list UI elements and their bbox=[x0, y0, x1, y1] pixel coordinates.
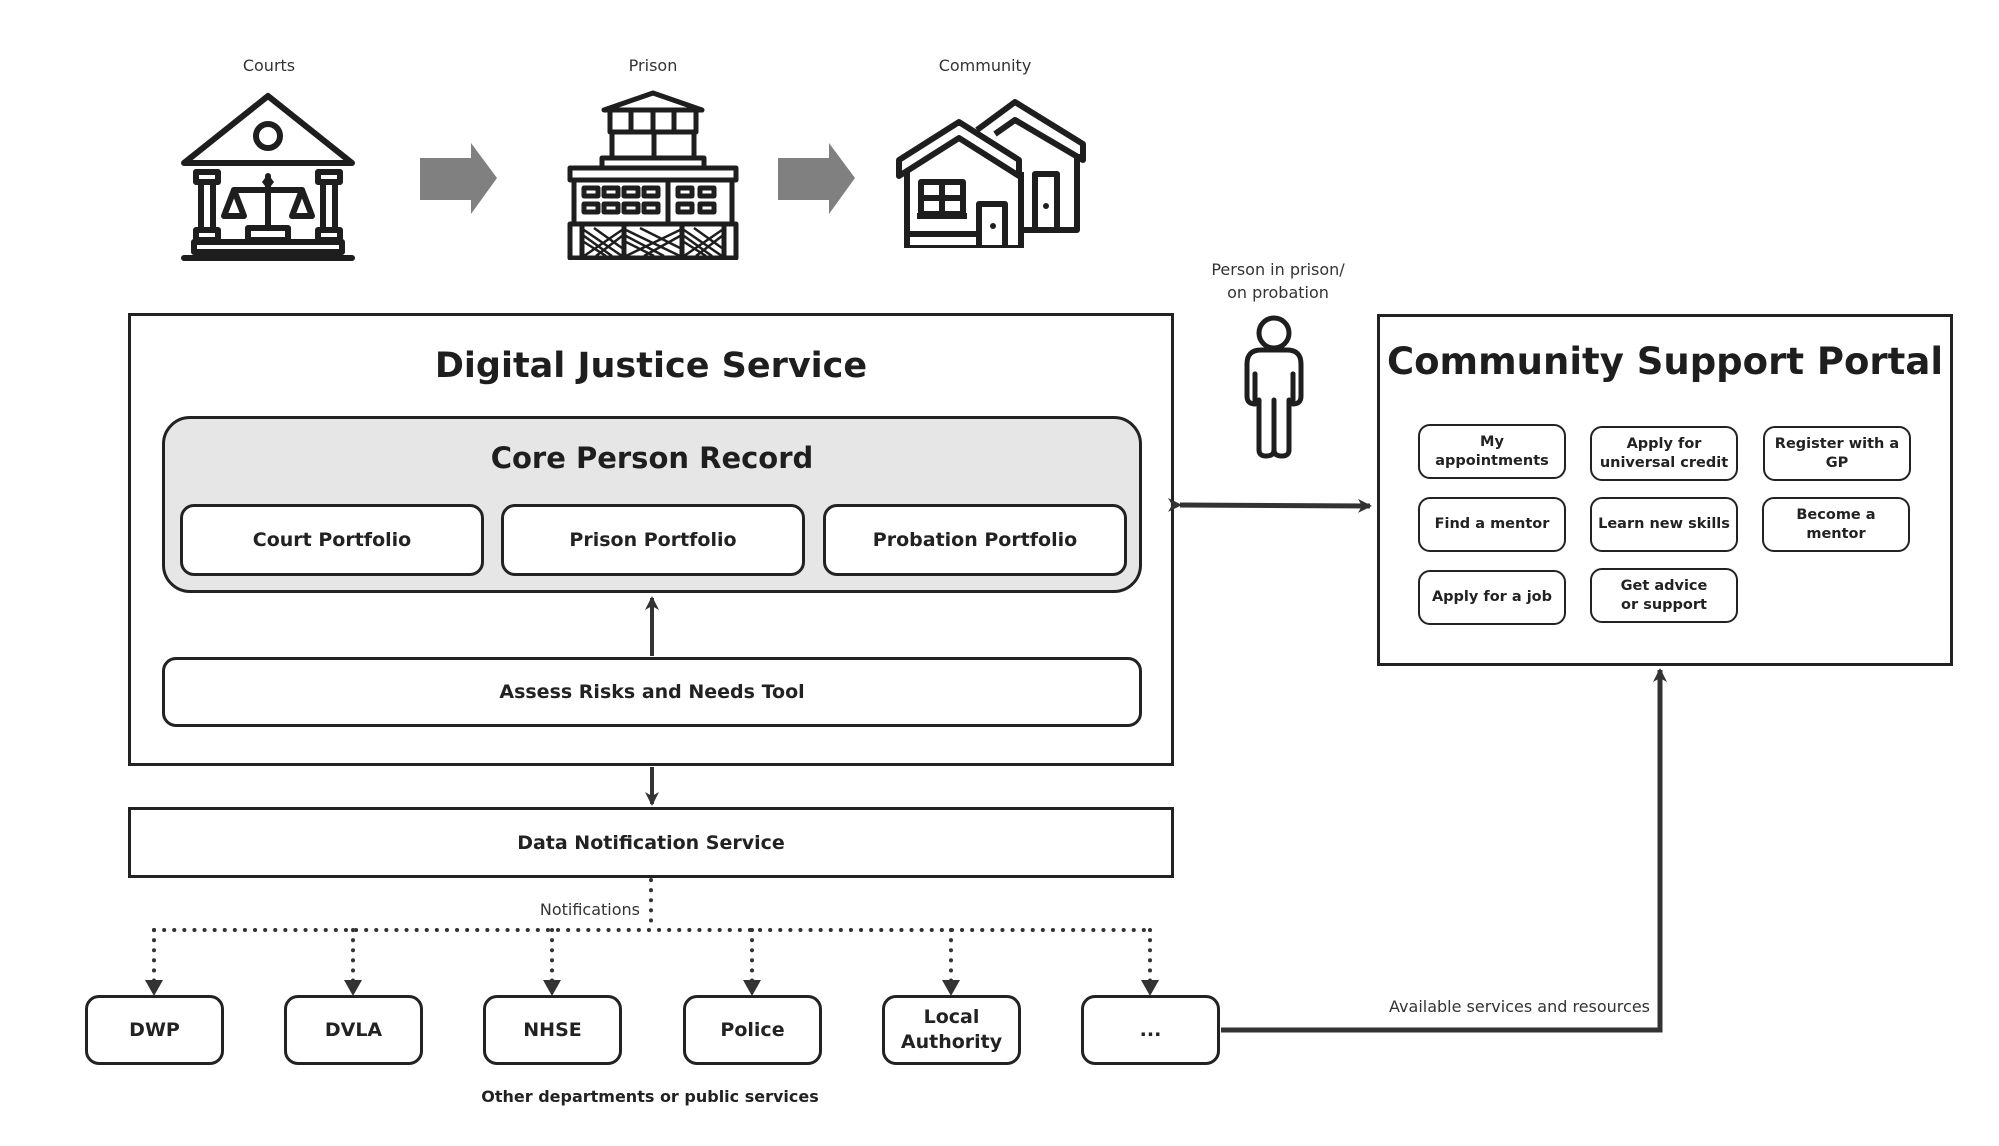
houses-icon bbox=[896, 99, 1086, 248]
probation-portfolio[interactable]: Probation Portfolio bbox=[823, 504, 1127, 576]
arrow-departments-to-csp bbox=[1221, 668, 1667, 1033]
dept-dwp[interactable]: DWP bbox=[85, 995, 224, 1065]
prison-portfolio[interactable]: Prison Portfolio bbox=[501, 504, 805, 576]
notification-lines bbox=[152, 878, 1154, 984]
departments-caption: Other departments or public services bbox=[481, 1087, 819, 1106]
person-label-line2: on probation bbox=[1227, 283, 1329, 302]
csp-apply-universal-credit[interactable]: Apply for universal credit bbox=[1590, 426, 1738, 481]
csp-become-mentor[interactable]: Become a mentor bbox=[1762, 497, 1910, 552]
stage-arrow-icon bbox=[778, 143, 855, 214]
csp-learn-skills[interactable]: Learn new skills bbox=[1590, 497, 1738, 552]
csp-find-mentor[interactable]: Find a mentor bbox=[1418, 497, 1566, 552]
available-services-label: Available services and resources bbox=[1389, 997, 1650, 1016]
courthouse-icon bbox=[181, 93, 355, 261]
dept-more[interactable]: ... bbox=[1081, 995, 1220, 1065]
dept-police[interactable]: Police bbox=[683, 995, 822, 1065]
community-support-portal-title: Community Support Portal bbox=[1386, 340, 1944, 383]
core-person-record-title: Core Person Record bbox=[490, 441, 814, 475]
csp-register-gp[interactable]: Register with a GP bbox=[1763, 426, 1911, 481]
csp-my-appointments[interactable]: My appointments bbox=[1418, 424, 1566, 479]
arrow-djs-csp bbox=[1167, 497, 1372, 513]
person-label-line1: Person in prison/ bbox=[1211, 260, 1345, 279]
dept-nhse[interactable]: NHSE bbox=[483, 995, 622, 1065]
prison-icon bbox=[567, 90, 739, 260]
data-notification-service-label: Data Notification Service bbox=[517, 831, 785, 854]
person-label: Person in prison/ on probation bbox=[1183, 258, 1373, 304]
assess-risks-needs-tool[interactable]: Assess Risks and Needs Tool bbox=[162, 657, 1142, 727]
dept-dvla[interactable]: DVLA bbox=[284, 995, 423, 1065]
csp-get-advice[interactable]: Get advice or support bbox=[1590, 568, 1738, 623]
stage-label-prison: Prison bbox=[628, 56, 678, 75]
csp-apply-job[interactable]: Apply for a job bbox=[1418, 570, 1566, 625]
notifications-label: Notifications bbox=[539, 900, 640, 919]
dept-local-authority[interactable]: Local Authority bbox=[882, 995, 1021, 1065]
stage-arrow-icon bbox=[420, 143, 497, 214]
data-notification-service-box[interactable]: Data Notification Service bbox=[128, 807, 1174, 878]
stage-label-community: Community bbox=[938, 56, 1032, 75]
stage-label-courts: Courts bbox=[242, 56, 296, 75]
notification-arrowheads bbox=[145, 980, 1159, 996]
court-portfolio[interactable]: Court Portfolio bbox=[180, 504, 484, 576]
person-icon bbox=[1244, 315, 1304, 459]
digital-justice-service-title: Digital Justice Service bbox=[434, 346, 868, 386]
